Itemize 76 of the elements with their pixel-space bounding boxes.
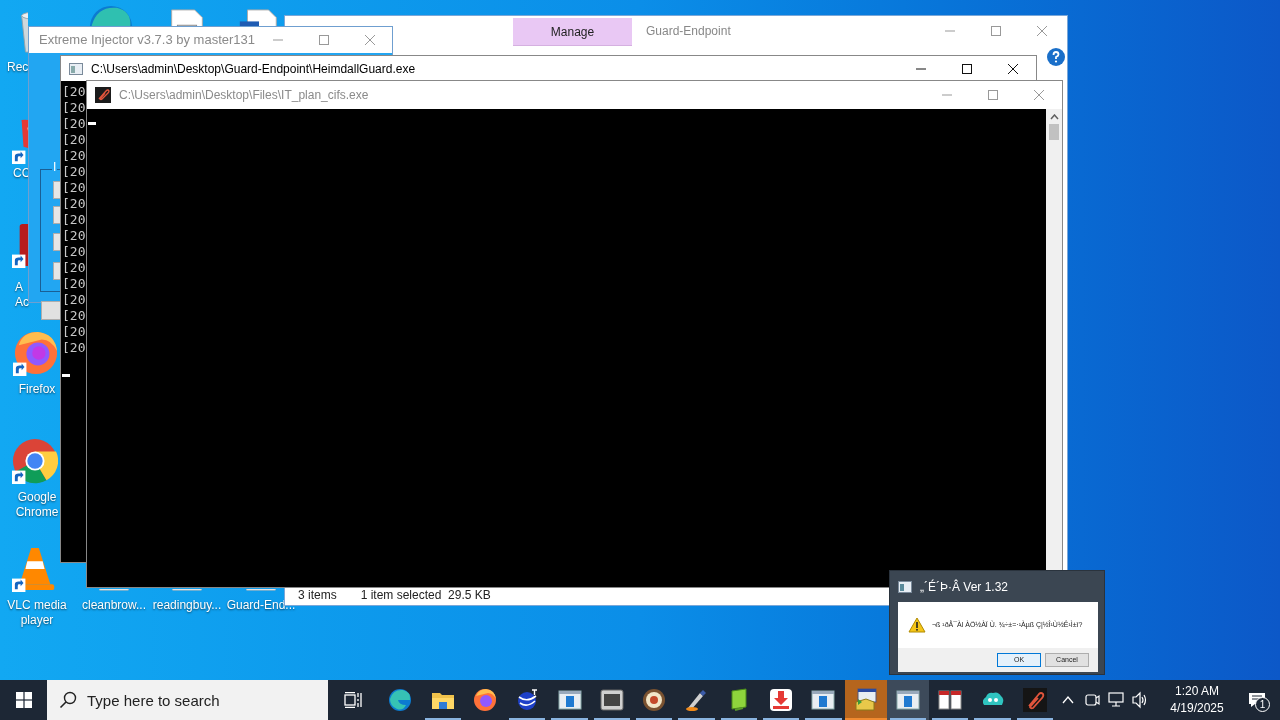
console-line: [20 [62, 340, 86, 356]
icon-label: VLC media [7, 598, 67, 613]
console-line: [20 [62, 212, 86, 228]
search-icon [59, 691, 78, 709]
icon-label: Chrome [15, 505, 59, 520]
volume-icon[interactable] [1132, 691, 1148, 709]
console-line: [20 [62, 180, 86, 196]
dialog-title: „´É´Þ·Â Ver 1.32 [920, 578, 1009, 596]
disc-icon[interactable] [642, 688, 667, 712]
console-line: [20 [62, 148, 86, 164]
help-icon[interactable] [1047, 48, 1065, 66]
console-line: [20 [62, 324, 86, 340]
console-line: [20 [62, 116, 86, 132]
console-line: [20 [62, 260, 86, 276]
network-icon[interactable] [1108, 691, 1124, 709]
window-title: Extreme Injector v3.7.3 by master131 [39, 31, 256, 50]
icon-label: Google [17, 490, 57, 505]
windows-logo-icon[interactable] [15, 692, 32, 708]
console-line: [20 [62, 228, 86, 244]
console-line: [20 [62, 292, 86, 308]
icon-label: Ac [15, 295, 29, 310]
icon-label: readingbuy... [152, 598, 222, 613]
console-icon [69, 62, 83, 75]
window-title: C:\Users\admin\Desktop\Guard-Endpoint\HeimdallGuard.exe [91, 60, 416, 78]
icon-label: Guard-End... [226, 598, 296, 613]
icon-label: cleanbrow... [81, 598, 146, 613]
warning-icon [908, 617, 926, 633]
icon-label: player [20, 613, 54, 628]
taskbar-app-button[interactable] [844, 680, 887, 720]
console-line: [20 [62, 132, 86, 148]
icon-label: A [15, 280, 23, 295]
flame-globe-icon[interactable] [473, 688, 497, 712]
maximize-icon[interactable] [961, 63, 973, 74]
console-line: [20 [62, 276, 86, 292]
paperclip-icon [95, 87, 111, 103]
globe-icon[interactable] [515, 688, 540, 712]
icon-label: Firefox [18, 382, 56, 397]
app-icon [898, 581, 912, 593]
manage-tab[interactable]: Manage [513, 18, 632, 46]
icon-label: CC [13, 166, 31, 181]
download-icon[interactable] [769, 688, 794, 712]
taskbar-app-button[interactable] [886, 680, 930, 720]
notifications-button[interactable]: 1 [1234, 680, 1280, 720]
window-icon[interactable] [811, 688, 836, 712]
console-line: [20 [62, 164, 86, 180]
console-line: [20 [62, 196, 86, 212]
task-view-icon[interactable] [343, 692, 362, 708]
status-text: 3 items [298, 586, 337, 604]
chevron-up-icon[interactable] [1062, 696, 1074, 704]
console-line: [20 [62, 244, 86, 260]
icon-label: Rec [7, 60, 29, 75]
console-line: [20 [62, 100, 86, 116]
window-title: Guard-Endpoint [646, 23, 731, 40]
clock[interactable]: 1:20 AM 4/19/2025 [1160, 680, 1234, 720]
window-icon[interactable] [557, 688, 582, 712]
installer-icon[interactable] [853, 688, 878, 712]
text-cursor [88, 122, 96, 125]
wave-circle-icon[interactable] [388, 688, 413, 712]
pen-icon[interactable] [684, 688, 709, 712]
circle-logo-icon[interactable] [12, 438, 58, 484]
scrollbar-thumb[interactable] [1049, 124, 1059, 140]
box-icon[interactable] [599, 688, 624, 712]
window-icon[interactable] [895, 688, 920, 712]
calendar-icon[interactable] [938, 688, 963, 712]
status-text: 1 item selected 29.5 KB [360, 586, 491, 604]
close-icon[interactable] [1007, 63, 1019, 74]
window-title: C:\Users\admin\Desktop\Files\IT_plan_cifs.exe [119, 87, 369, 104]
text-cursor [62, 374, 70, 377]
camera-icon[interactable] [1084, 691, 1100, 709]
notification-count: 1 [1255, 697, 1270, 712]
flame-globe-icon[interactable] [13, 330, 59, 376]
console-line: [20 [62, 84, 86, 100]
scroll-up-icon[interactable] [1049, 114, 1059, 120]
paperclip-icon[interactable] [1022, 688, 1047, 712]
console-line: [20 [62, 308, 86, 324]
search-field[interactable]: Type here to search [47, 680, 329, 720]
